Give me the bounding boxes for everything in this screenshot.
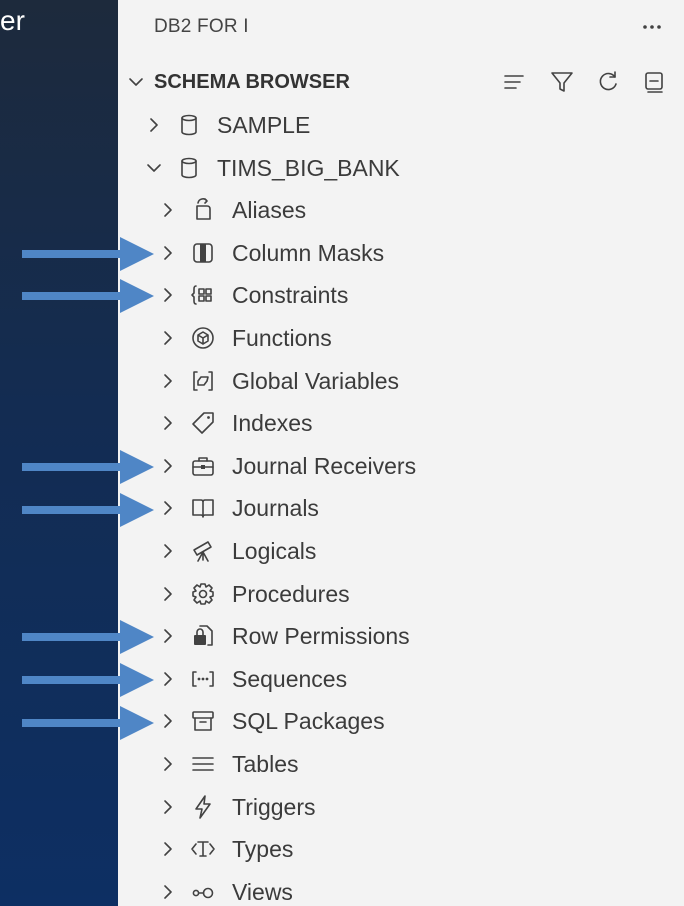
highlight-arrow [22, 449, 156, 485]
tree-item-label: Global Variables [232, 367, 400, 394]
tree-item-label: Triggers [232, 793, 316, 820]
alias-icon [190, 197, 216, 223]
lock-icon [190, 623, 216, 649]
section-title: SCHEMA BROWSER [154, 71, 350, 93]
tree-item-label: Column Masks [232, 239, 385, 266]
tree-item-journals[interactable]: Journals [118, 487, 684, 530]
database-icon [176, 112, 202, 138]
tree-item-functions[interactable]: Functions [118, 317, 684, 360]
key-icon [190, 879, 216, 905]
chevron-down-icon[interactable] [126, 72, 146, 92]
list-icon [190, 751, 216, 777]
chevron-right-icon[interactable] [144, 115, 164, 135]
tree-item-row-permissions[interactable]: Row Permissions [118, 615, 684, 658]
tree-item-label: Sequences [232, 665, 348, 692]
refresh-icon[interactable] [594, 68, 622, 96]
type-icon [190, 836, 216, 862]
tree-item-constraints[interactable]: Constraints [118, 274, 684, 317]
tree-item-label: Constraints [232, 282, 349, 309]
tree-item-views[interactable]: Views [118, 871, 684, 906]
tree-item-label: Procedures [232, 580, 350, 607]
tree-item-label: Indexes [232, 410, 313, 437]
filter-icon[interactable] [548, 68, 576, 96]
constraint-icon [190, 282, 216, 308]
highlight-arrow [22, 705, 156, 741]
chevron-right-icon[interactable] [158, 243, 178, 263]
highlight-arrow [22, 619, 156, 655]
tree-item-label: Logicals [232, 537, 317, 564]
chevron-right-icon[interactable] [158, 541, 178, 561]
background-text: er [0, 5, 25, 36]
chevron-right-icon[interactable] [158, 371, 178, 391]
column-mask-icon [190, 240, 216, 266]
chevron-right-icon[interactable] [158, 754, 178, 774]
panel-header: DB2 FOR I [118, 0, 684, 54]
tree-item-label: Functions [232, 324, 332, 351]
tree-item-aliases[interactable]: Aliases [118, 189, 684, 232]
tree-item-sample[interactable]: SAMPLE [118, 104, 684, 147]
database-icon [176, 155, 202, 181]
tree-item-label: Aliases [232, 197, 307, 224]
tree-item-sql-packages[interactable]: SQL Packages [118, 700, 684, 743]
tree-item-label: Row Permissions [232, 623, 410, 650]
panel-title: DB2 FOR I [154, 16, 249, 37]
chevron-right-icon[interactable] [158, 797, 178, 817]
highlight-arrow [22, 492, 156, 528]
tree-item-indexes[interactable]: Indexes [118, 402, 684, 445]
more-actions-icon[interactable] [642, 20, 662, 34]
chevron-right-icon[interactable] [158, 711, 178, 731]
archive-icon [190, 708, 216, 734]
tag-icon [190, 410, 216, 436]
tree-item-procedures[interactable]: Procedures [118, 573, 684, 616]
db2-panel: DB2 FOR I SCHEMA BROWSER SAMPLE TIMS_BIG… [118, 0, 684, 906]
chevron-right-icon[interactable] [158, 413, 178, 433]
lightning-icon [190, 794, 216, 820]
chevron-right-icon[interactable] [158, 882, 178, 902]
tree-item-column-masks[interactable]: Column Masks [118, 232, 684, 275]
tree-item-label: Journal Receivers [232, 452, 417, 479]
chevron-right-icon[interactable] [158, 669, 178, 689]
briefcase-icon [190, 453, 216, 479]
chevron-right-icon[interactable] [158, 200, 178, 220]
chevron-right-icon[interactable] [158, 285, 178, 305]
chevron-right-icon[interactable] [158, 584, 178, 604]
chevron-right-icon[interactable] [158, 626, 178, 646]
tree-item-types[interactable]: Types [118, 828, 684, 871]
gear-icon [190, 581, 216, 607]
tree-item-label: Tables [232, 750, 299, 777]
telescope-icon [190, 538, 216, 564]
tree-item-tables[interactable]: Tables [118, 743, 684, 786]
global-variable-icon [190, 368, 216, 394]
schema-browser-header[interactable]: SCHEMA BROWSER [118, 62, 684, 102]
tree-item-label: SAMPLE [217, 112, 311, 138]
chevron-down-icon[interactable] [144, 158, 164, 178]
highlight-arrow [22, 278, 156, 314]
collapse-all-icon[interactable] [500, 68, 528, 96]
tree-item-label: Journals [232, 495, 319, 522]
tree-item-label: TIMS_BIG_BANK [217, 154, 400, 181]
chevron-right-icon[interactable] [158, 456, 178, 476]
tree-item-sequences[interactable]: Sequences [118, 658, 684, 701]
highlight-arrow [22, 236, 156, 272]
tree-item-label: Types [232, 836, 294, 863]
chevron-right-icon[interactable] [158, 839, 178, 859]
tree-item-tims-big-bank[interactable]: TIMS_BIG_BANK [118, 147, 684, 190]
function-icon [190, 325, 216, 351]
highlight-arrow [22, 662, 156, 698]
tree-item-journal-receivers[interactable]: Journal Receivers [118, 445, 684, 488]
tree-item-logicals[interactable]: Logicals [118, 530, 684, 573]
tree-item-label: SQL Packages [232, 708, 385, 735]
chevron-right-icon[interactable] [158, 498, 178, 518]
schema-tree: SAMPLE TIMS_BIG_BANK Aliases Column Mask… [118, 104, 684, 906]
tree-item-triggers[interactable]: Triggers [118, 786, 684, 829]
collapse-icon[interactable] [640, 68, 668, 96]
ellipsis-bracket-icon [190, 666, 216, 692]
chevron-right-icon[interactable] [158, 328, 178, 348]
tree-item-label: Views [232, 878, 293, 905]
book-icon [190, 495, 216, 521]
tree-item-global-variables[interactable]: Global Variables [118, 360, 684, 403]
